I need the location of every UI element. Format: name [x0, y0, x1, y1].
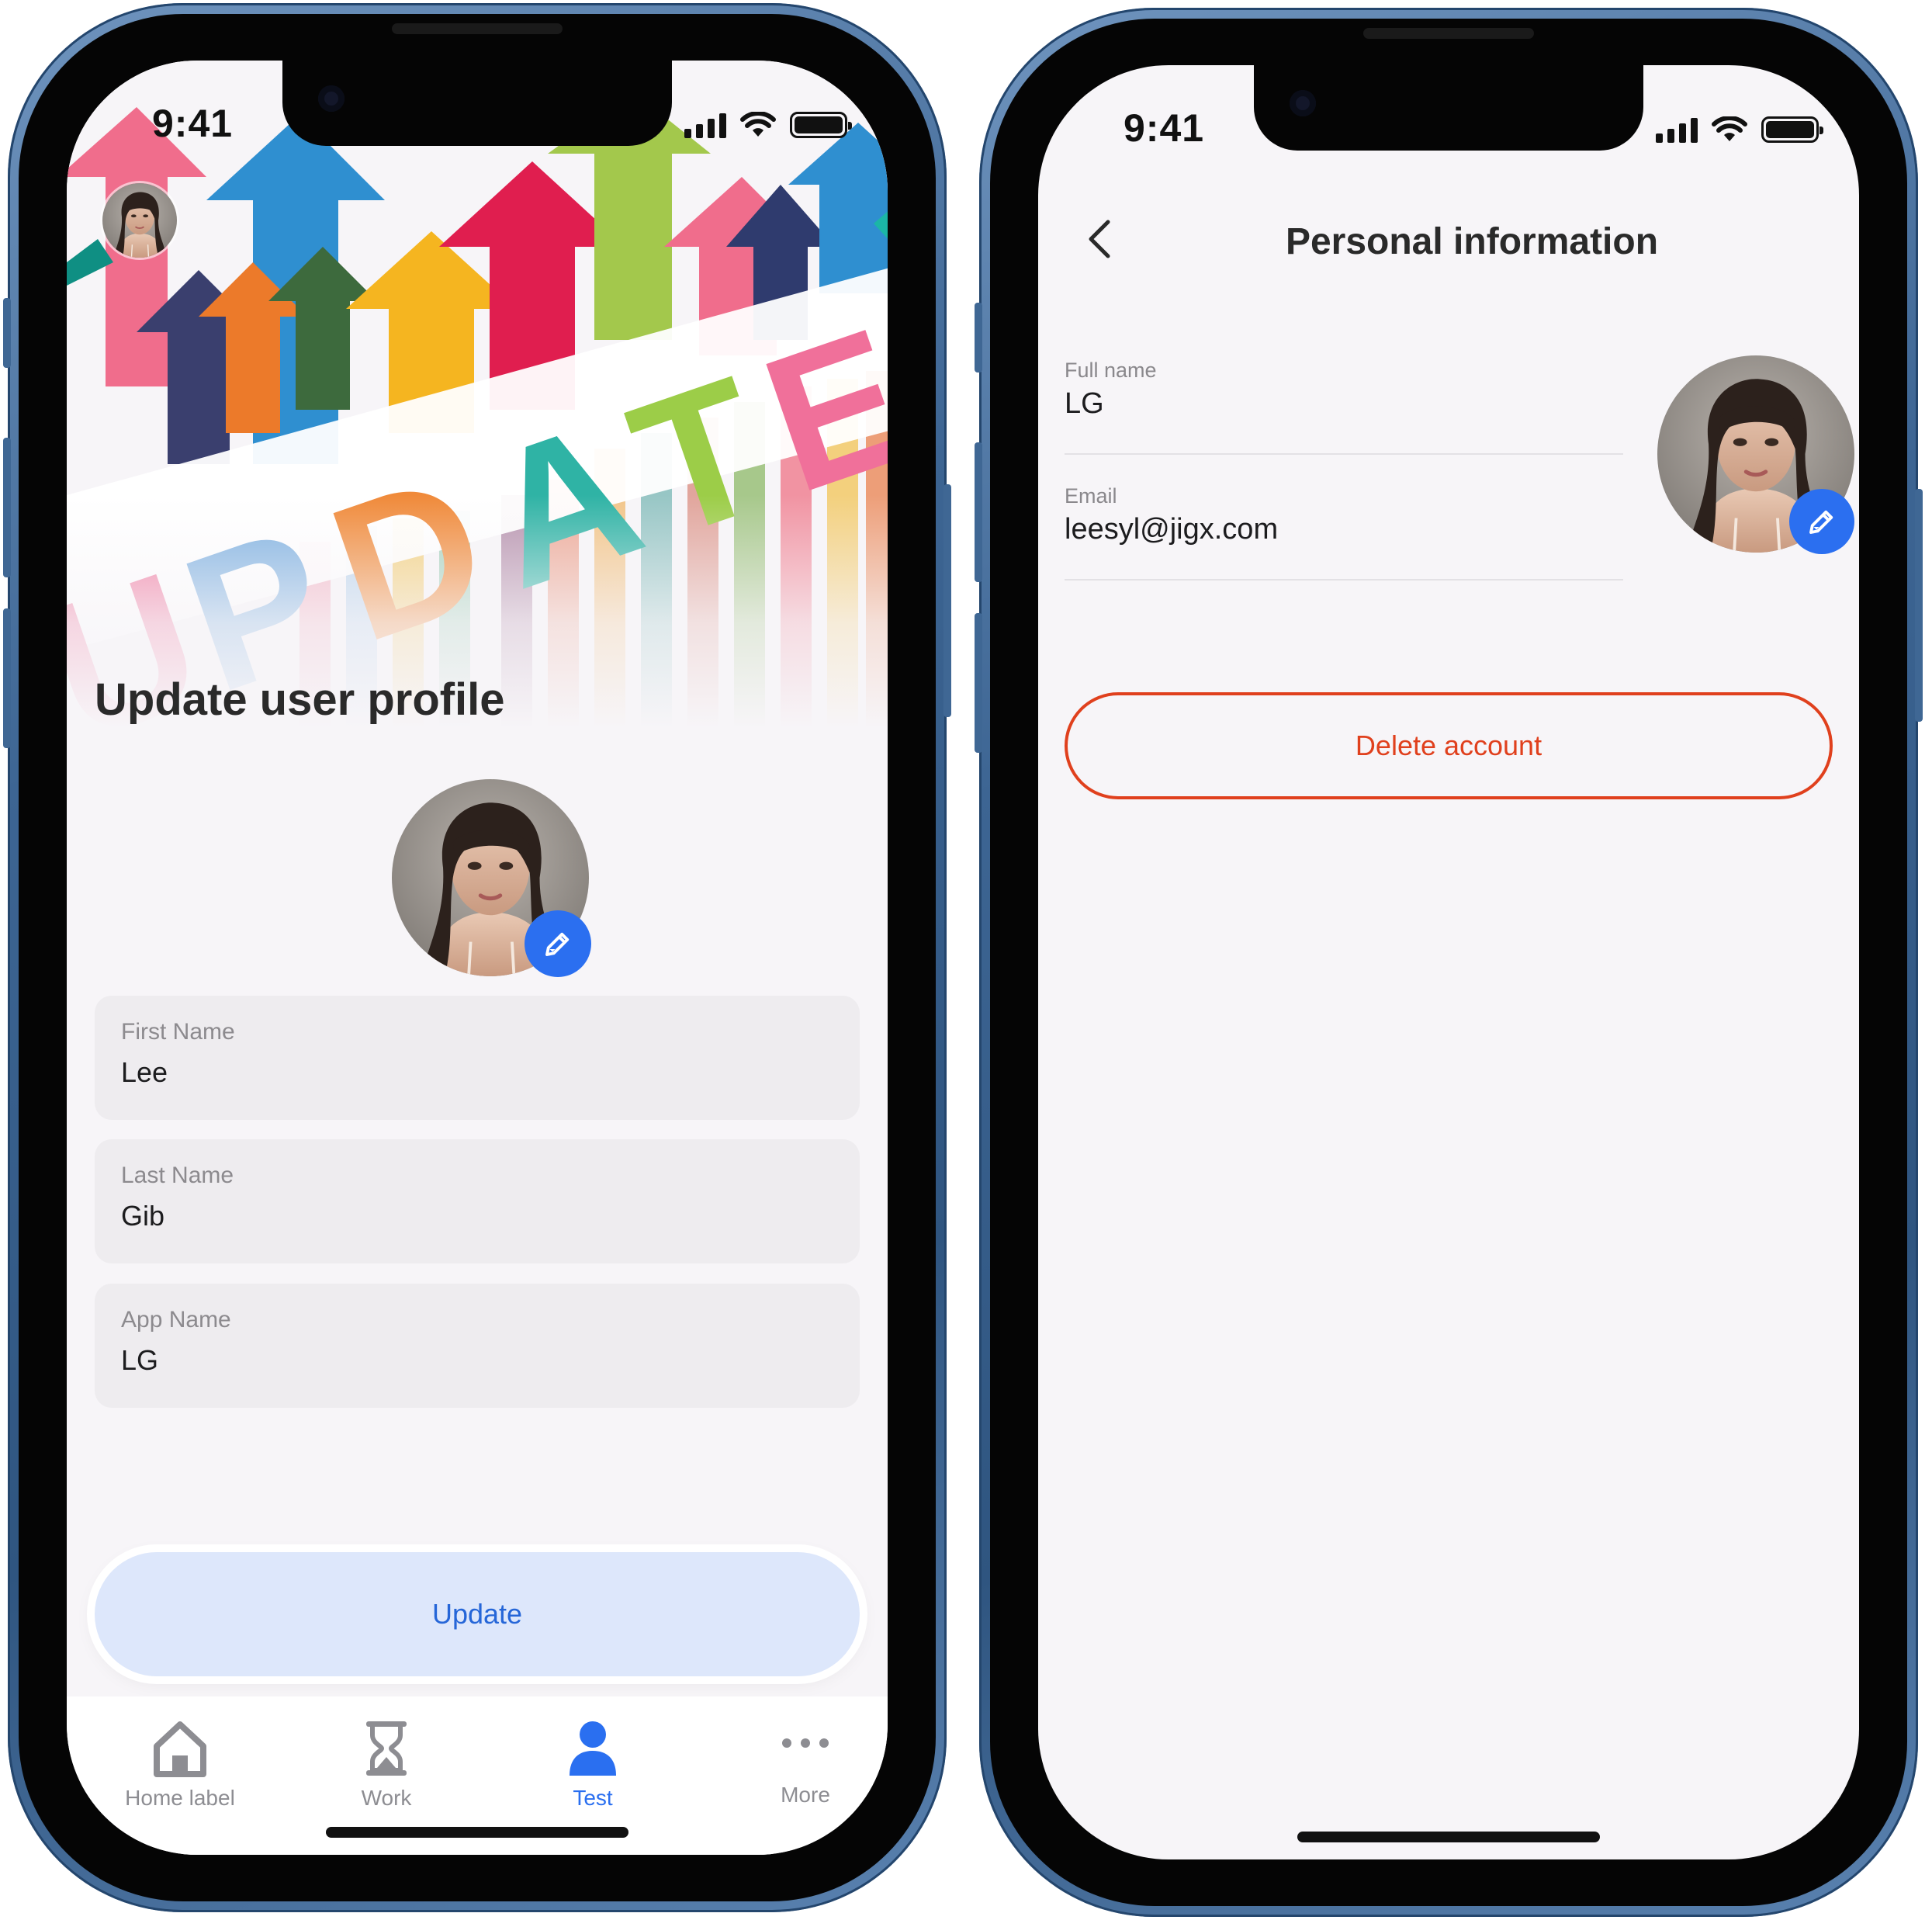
edit-avatar-button[interactable] — [525, 910, 591, 977]
last-name-label: Last Name — [121, 1163, 234, 1188]
power-button — [943, 484, 951, 717]
delete-account-button[interactable]: Delete account — [1065, 692, 1833, 799]
battery-icon — [1761, 116, 1823, 143]
side-button — [975, 303, 982, 373]
tab-test[interactable]: Test — [515, 1720, 670, 1811]
app-name-value[interactable]: LG — [121, 1344, 158, 1377]
tab-work-label: Work — [361, 1786, 412, 1810]
hourglass-icon — [366, 1721, 407, 1776]
profile-screen: 9:41 T E Update user profile First Name … — [67, 61, 888, 1855]
more-dots-icon — [782, 1738, 829, 1748]
last-name-field[interactable]: Last Name Gib — [95, 1139, 860, 1263]
notch — [282, 61, 672, 146]
status-icons — [684, 112, 852, 138]
signal-icon — [684, 113, 726, 138]
wifi-icon — [740, 112, 776, 137]
tab-home[interactable]: Home label — [102, 1720, 258, 1811]
full-name-value: LG — [1065, 387, 1104, 420]
status-time: 9:41 — [152, 102, 234, 145]
phone-frame-profile: 9:41 T E Update user profile First Name … — [3, 3, 951, 1912]
email-value: leesyl@jigx.com — [1065, 513, 1279, 546]
last-name-value[interactable]: Gib — [121, 1200, 164, 1232]
tab-more[interactable]: More — [728, 1720, 883, 1807]
person-icon — [570, 1721, 616, 1776]
hero-banner: U P D A T E — [67, 61, 888, 728]
full-name-row[interactable]: Full name LG — [1065, 359, 1623, 421]
home-icon — [154, 1721, 206, 1777]
pencil-icon — [545, 932, 570, 956]
power-button — [1915, 489, 1923, 722]
personal-info-screen: 9:41 Personal information Full name LG E… — [1038, 65, 1859, 1859]
home-indicator[interactable] — [1297, 1832, 1600, 1842]
tab-work[interactable]: Work — [309, 1720, 464, 1811]
side-button — [3, 298, 11, 368]
bezel: 9:41 T E Update user profile First Name … — [19, 14, 936, 1901]
status-icons — [1656, 116, 1823, 143]
first-name-field[interactable]: First Name Lee — [95, 996, 860, 1120]
front-camera — [1290, 90, 1316, 116]
volume-down-button — [975, 613, 982, 753]
page-title: Update user profile — [95, 674, 505, 725]
front-camera — [318, 85, 345, 112]
edit-avatar-button[interactable] — [1789, 489, 1854, 554]
pencil-icon — [1809, 510, 1833, 534]
divider — [1065, 453, 1623, 455]
email-row[interactable]: Email leesyl@jigx.com — [1065, 484, 1623, 546]
tab-home-label: Home label — [125, 1786, 235, 1810]
notch — [1254, 65, 1643, 151]
app-name-field[interactable]: App Name LG — [95, 1284, 860, 1408]
page-title: Personal information — [1285, 221, 1659, 262]
volume-up-button — [3, 438, 11, 577]
tab-test-label: Test — [573, 1786, 613, 1810]
wifi-icon — [1712, 116, 1747, 141]
volume-up-button — [975, 442, 982, 582]
phone-frame-personal-info: 9:41 Personal information Full name LG E… — [975, 8, 1923, 1917]
signal-icon — [1656, 118, 1698, 143]
header-avatar[interactable] — [102, 183, 177, 258]
speaker — [392, 23, 563, 34]
speaker — [1363, 28, 1534, 39]
divider — [1065, 579, 1623, 581]
email-label: Email — [1065, 484, 1117, 508]
first-name-label: First Name — [121, 1019, 235, 1045]
status-time: 9:41 — [1124, 106, 1205, 150]
home-indicator[interactable] — [326, 1827, 628, 1838]
app-name-label: App Name — [121, 1307, 231, 1333]
tab-more-label: More — [781, 1783, 830, 1807]
update-button[interactable]: Update — [95, 1552, 860, 1676]
first-name-value[interactable]: Lee — [121, 1056, 168, 1089]
battery-icon — [790, 112, 852, 138]
volume-down-button — [3, 608, 11, 748]
bezel: 9:41 Personal information Full name LG E… — [990, 19, 1907, 1906]
full-name-label: Full name — [1065, 359, 1157, 382]
